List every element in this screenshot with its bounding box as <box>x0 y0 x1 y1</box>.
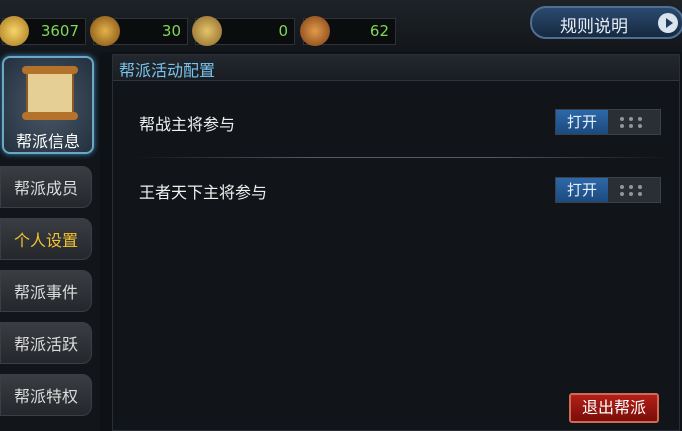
resource-value: 0 <box>278 22 288 40</box>
toggle-switch[interactable]: 打开 <box>555 177 661 203</box>
sidebar-item-privileges[interactable]: 帮派特权 <box>0 374 92 416</box>
play-arrow-icon <box>658 13 678 33</box>
sidebar-item-label: 帮派成员 <box>13 179 78 198</box>
sidebar-item-label: 帮派信息 <box>15 132 80 151</box>
seal-icon <box>300 16 330 46</box>
sidebar-item-label: 帮派特权 <box>13 387 78 406</box>
activity-config-panel: 帮派活动配置 帮战主将参与 打开 王者天下主将参与 打开 退出帮派 <box>112 54 680 431</box>
helmet-icon <box>90 16 120 46</box>
crossed-swords-icon <box>192 16 222 46</box>
rules-button[interactable]: 规则说明 <box>530 6 682 39</box>
quit-guild-button[interactable]: 退出帮派 <box>569 393 659 423</box>
grip-dots-icon <box>620 117 650 129</box>
resource-value: 3607 <box>40 22 79 40</box>
sidebar-item-members[interactable]: 帮派成员 <box>0 166 92 208</box>
toggle-switch[interactable]: 打开 <box>555 109 661 135</box>
coin-icon <box>0 16 29 46</box>
resource-value: 30 <box>161 22 181 40</box>
sidebar-item-label: 帮派事件 <box>13 283 78 302</box>
sidebar-item-activity[interactable]: 帮派活跃 <box>0 322 92 364</box>
setting-label: 王者天下主将参与 <box>139 183 268 202</box>
sidebar-item-events[interactable]: 帮派事件 <box>0 270 92 312</box>
setting-label: 帮战主将参与 <box>139 115 236 134</box>
rules-button-label: 规则说明 <box>560 17 628 37</box>
resource-value: 62 <box>369 22 389 40</box>
resource-bar: 3607 30 0 62 规则说明 <box>0 0 682 52</box>
resource-coin: 3607 <box>0 16 86 46</box>
sidebar-item-label: 个人设置 <box>13 231 78 250</box>
divider <box>133 157 671 158</box>
resource-helmet: 30 <box>90 16 188 46</box>
grip-dots-icon <box>620 185 650 197</box>
toggle-on-label: 打开 <box>556 178 608 202</box>
resource-seal: 62 <box>300 16 396 46</box>
scroll-icon <box>22 66 78 120</box>
panel-title: 帮派活动配置 <box>119 61 216 80</box>
sidebar-item-label: 帮派活跃 <box>13 335 78 354</box>
sidebar-item-personal-settings[interactable]: 个人设置 <box>0 218 92 260</box>
sidebar: 帮派信息 帮派成员 个人设置 帮派事件 帮派活跃 帮派特权 <box>0 52 100 431</box>
toggle-on-label: 打开 <box>556 110 608 134</box>
sidebar-item-guild-info[interactable]: 帮派信息 <box>2 56 94 154</box>
panel-header: 帮派活动配置 <box>113 55 679 81</box>
resource-swords: 0 <box>192 16 295 46</box>
